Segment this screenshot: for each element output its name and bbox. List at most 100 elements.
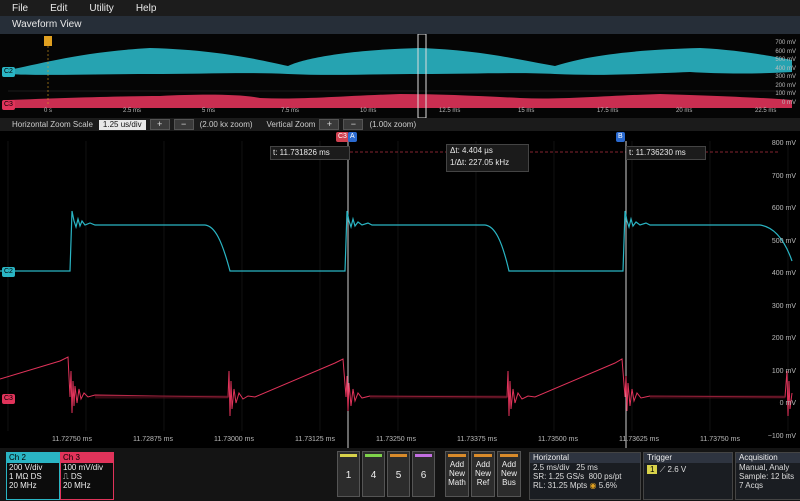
- main-voltage-label: −100 mV: [767, 432, 796, 440]
- channel-1-button[interactable]: 1: [337, 451, 360, 497]
- main-voltage-label: 300 mV: [771, 302, 796, 310]
- overview-time-label: 0 s: [44, 108, 53, 114]
- channel-5-button[interactable]: 5: [387, 451, 410, 497]
- menu-help[interactable]: Help: [124, 3, 167, 14]
- ch2-vdiv: 200 V/div: [9, 463, 43, 472]
- horizontal-zoom-label: Horizontal Zoom Scale: [12, 120, 93, 129]
- waveform-view-title: Waveform View: [12, 19, 82, 30]
- overview-ch2-envelope: [8, 48, 792, 75]
- cursor-a-handle[interactable]: A: [348, 132, 357, 142]
- delta-t-value: Δt: 4.404 µs: [450, 146, 493, 155]
- main-time-label: 11.73000 ms: [214, 436, 254, 443]
- ch2-name: Ch 2: [7, 453, 59, 463]
- trigger-title: Trigger: [644, 453, 732, 463]
- overview-time-label: 10 ms: [360, 108, 377, 114]
- acquisition-mode: Manual,: [739, 463, 768, 472]
- horizontal-zoom-info: (2.00 kx zoom): [199, 120, 253, 129]
- main-time-label: 11.73375 ms: [457, 436, 497, 443]
- acquisition-sample: Sample: 12 bits: [739, 472, 795, 481]
- overview-time-label: 15 ms: [518, 108, 535, 114]
- main-time-label: 11.73250 ms: [376, 436, 416, 443]
- overview-scale-label: 200 mV: [775, 82, 796, 89]
- horizontal-title: Horizontal: [530, 453, 640, 463]
- menu-edit[interactable]: Edit: [38, 3, 77, 14]
- main-voltage-label: 400 mV: [771, 270, 796, 277]
- horizontal-zoom-in-button[interactable]: +: [149, 119, 170, 130]
- overview-time-label: 5 ms: [202, 108, 216, 114]
- overview-ch3-envelope: [8, 94, 792, 108]
- main-plot: [0, 141, 793, 448]
- ch2-bandwidth: 20 MHz: [9, 481, 37, 490]
- main-time-label: 11.73750 ms: [700, 436, 740, 443]
- overview-time-label: 2.5 ms: [123, 108, 142, 114]
- vertical-zoom-info: (1.00x zoom): [369, 120, 417, 129]
- cursor-c3-tag: C3: [336, 132, 349, 142]
- ch2-level-tag[interactable]: C2: [2, 267, 15, 277]
- horizontal-position: 25 ms: [576, 463, 598, 472]
- overview-scale-label: 700 mV: [775, 40, 796, 46]
- ch3-level-tag[interactable]: C3: [2, 394, 15, 404]
- waveform-overview[interactable]: C2 C3 700 mV 600 mV 500 mV 400 mV 300 mV 200 …: [0, 33, 800, 119]
- main-voltage-label: 500 mV: [771, 237, 796, 245]
- ch2-waveform: [0, 210, 793, 272]
- acquisition-title: Acquisition: [736, 453, 800, 463]
- zoom-toolbar: Horizontal Zoom Scale 1.25 us/div + − (2…: [0, 118, 800, 131]
- ch2-badge[interactable]: Ch 2 200 V/div 1 MΩ DS 20 MHz: [6, 452, 60, 500]
- vertical-zoom-in-button[interactable]: +: [319, 119, 340, 130]
- waveform-view-header: Waveform View: [0, 16, 800, 35]
- overview-scale-label: 500 mV: [775, 57, 796, 63]
- overview-scale-label: 600 mV: [775, 48, 796, 55]
- overview-time-label: 17.5 ms: [597, 108, 619, 114]
- ch3-vdiv: 100 mV/div: [63, 463, 104, 472]
- ch3-ds: DS: [70, 472, 82, 481]
- channel-6-button[interactable]: 6: [412, 451, 435, 497]
- overview-scale-label: 100 mV: [775, 91, 796, 97]
- menu-bar: File Edit Utility Help: [0, 0, 800, 16]
- add-new-math-button[interactable]: Add New Math: [445, 451, 469, 497]
- add-new-ref-button[interactable]: Add New Ref: [471, 451, 495, 497]
- cursor-a-readout: t: 11.731826 ms: [270, 146, 350, 160]
- rising-edge-icon: ⟋: [659, 465, 666, 474]
- main-time-label: 11.72750 ms: [52, 436, 92, 443]
- inverse-delta-t-value: 1/Δt: 227.05 kHz: [450, 158, 510, 167]
- overview-plot: [8, 33, 792, 119]
- menu-file[interactable]: File: [0, 3, 38, 14]
- vertical-zoom-label: Vertical Zoom: [266, 120, 316, 129]
- delta-readout: Δt: 4.404 µs 1/Δt: 227.05 kHz: [446, 144, 529, 172]
- main-time-label: 11.73625 ms: [619, 436, 659, 443]
- channel-4-button[interactable]: 4: [362, 451, 385, 497]
- horizontal-percent: 5.6%: [598, 481, 617, 490]
- horizontal-zoom-out-button[interactable]: −: [173, 119, 194, 130]
- menu-utility[interactable]: Utility: [77, 3, 123, 14]
- ch3-bandwidth: 20 MHz: [63, 481, 91, 490]
- main-voltage-label: 200 mV: [771, 335, 796, 342]
- vertical-zoom-out-button[interactable]: −: [343, 119, 364, 130]
- cursor-b-handle[interactable]: B: [616, 132, 625, 142]
- overview-time-label: 20 ms: [676, 108, 693, 114]
- trigger-panel[interactable]: Trigger 1 ⟋ 2.6 V: [643, 452, 733, 500]
- ch3-coupling: ⎍ DS: [61, 472, 113, 481]
- probe-icon: ⎍: [63, 472, 69, 481]
- zoomed-waveform-area[interactable]: C2 C3 C3 A B t: 11.731826 ms t: 11.73623…: [0, 131, 800, 448]
- main-voltage-label: 800 mV: [771, 140, 796, 147]
- overview-time-label: 7.5 ms: [281, 108, 300, 114]
- overview-ch3-tag[interactable]: C3: [2, 100, 15, 110]
- overview-trigger-marker: [44, 36, 52, 46]
- main-voltage-label: 0 mV: [779, 400, 796, 407]
- main-time-label: 11.73125 ms: [295, 436, 335, 443]
- horizontal-zoom-scale-field[interactable]: 1.25 us/div: [98, 119, 146, 130]
- overview-scale-label: 0 mV: [781, 99, 796, 106]
- overview-time-label: 12.5 ms: [439, 108, 461, 114]
- ch3-badge[interactable]: Ch 3 100 mV/div ⎍ DS 20 MHz: [60, 452, 114, 500]
- acquisition-panel[interactable]: Acquisition Manual, Analy Sample: 12 bit…: [735, 452, 800, 500]
- ch3-waveform: [0, 356, 793, 417]
- main-time-label: 11.72875 ms: [133, 436, 173, 443]
- trigger-source-badge: 1: [647, 465, 658, 474]
- add-new-bus-button[interactable]: Add New Bus: [497, 451, 521, 497]
- overview-scale-label: 400 mV: [775, 65, 796, 72]
- horizontal-point-interval: 800 ps/pt: [588, 472, 622, 481]
- ch2-impedance: 1 MΩ: [9, 472, 29, 481]
- overview-ch2-tag[interactable]: C2: [2, 67, 15, 77]
- overview-scale-label: 300 mV: [775, 74, 796, 80]
- horizontal-panel[interactable]: Horizontal 2.5 ms/div 25 ms SR: 1.25 GS/…: [529, 452, 641, 500]
